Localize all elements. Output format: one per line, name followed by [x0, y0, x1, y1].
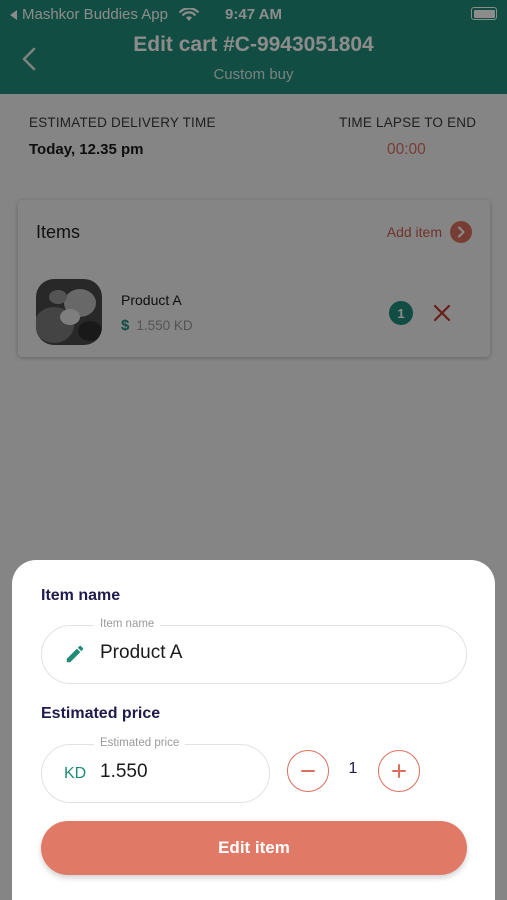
minus-icon	[301, 770, 315, 772]
item-name-input[interactable]	[100, 642, 440, 664]
decrease-quantity-button[interactable]	[287, 750, 329, 792]
item-name-field[interactable]: Item name	[41, 618, 467, 684]
estimated-price-input[interactable]	[100, 761, 250, 783]
item-name-legend: Item name	[94, 618, 161, 630]
estimated-price-label: Estimated price	[41, 705, 161, 722]
item-name-label: Item name	[41, 587, 121, 604]
quantity-value: 1	[348, 760, 358, 777]
edit-item-button[interactable]: Edit item	[41, 821, 467, 875]
plus-icon	[392, 764, 406, 778]
edit-item-sheet: Item name Item name Estimated price Esti…	[12, 560, 495, 900]
estimated-price-field[interactable]: Estimated price KD	[41, 737, 270, 803]
pencil-icon	[66, 645, 84, 663]
increase-quantity-button[interactable]	[378, 750, 420, 792]
estimated-price-legend: Estimated price	[94, 737, 186, 749]
currency-label: KD	[64, 765, 87, 782]
edit-item-label: Edit item	[218, 838, 290, 857]
